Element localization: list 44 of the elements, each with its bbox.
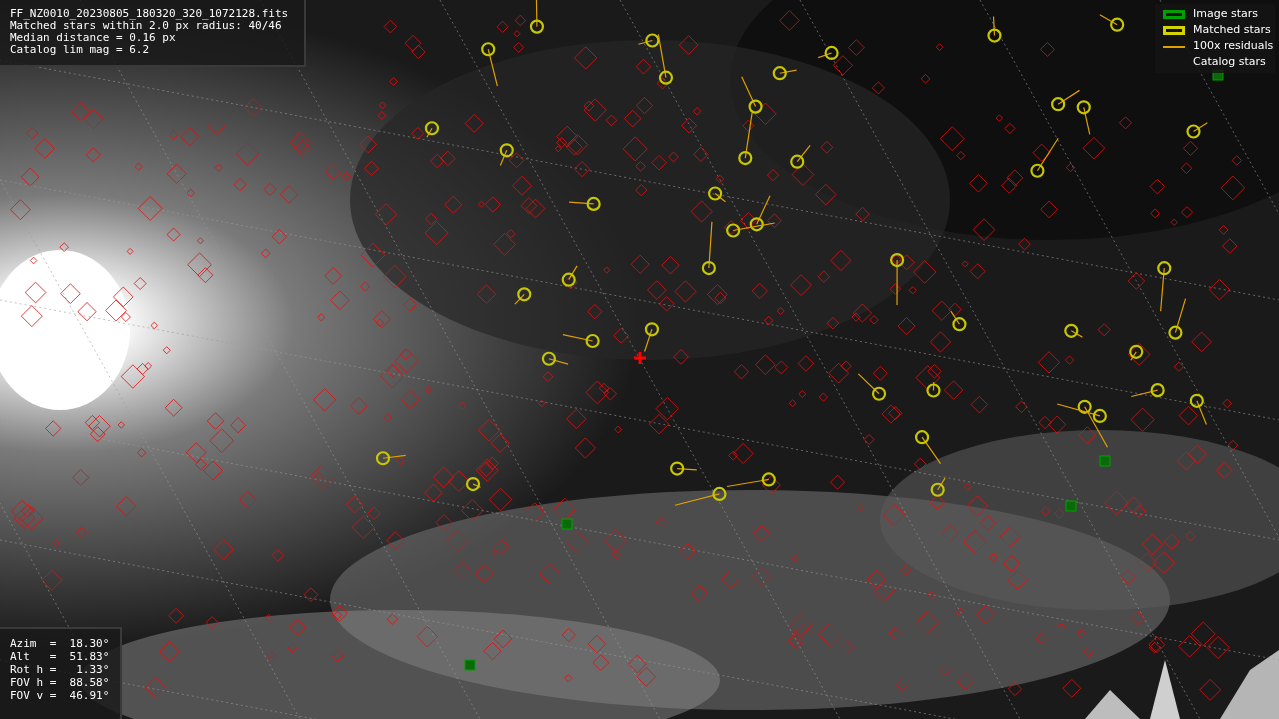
matched-star-marker (529, 0, 545, 34)
matched-star-marker (1099, 14, 1125, 32)
matched-star-marker (726, 472, 776, 488)
info-text: Catalog lim mag = 6.2 (10, 44, 151, 56)
info-text: Median distance = 0.16 px (10, 32, 177, 44)
pointing-text: Rot h = 1.33° (10, 663, 111, 676)
matched-star-marker (1186, 122, 1208, 139)
matched-star-marker (950, 310, 967, 332)
matched-star-marker (561, 265, 578, 287)
matched-star-marker (541, 351, 569, 366)
matched-star-marker (644, 322, 660, 353)
pointing-text: Azim = 18.30° (10, 637, 111, 650)
matched-star-marker (1130, 383, 1165, 398)
matched-star-marker (1030, 137, 1059, 178)
info-text: Matched stars within 2.0 px radius: 40/46 (10, 20, 282, 32)
matched-star-marker (772, 66, 798, 81)
matched-star-marker (817, 45, 839, 61)
matched-star-marker (930, 477, 946, 497)
matched-star-marker (670, 461, 698, 476)
matched-star-marker (481, 42, 499, 87)
center-cross-icon (632, 350, 648, 366)
pointing-text: FOV v = 46.91° (10, 689, 111, 702)
matched-star-marker (562, 333, 600, 349)
matched-star-marker (1064, 323, 1083, 338)
legend-label: Catalog stars (1193, 54, 1266, 71)
legend-label: Image stars (1193, 6, 1258, 23)
matched-star-marker (1189, 393, 1207, 426)
matched-star-marker (1157, 261, 1172, 312)
matched-star-marker (701, 221, 716, 276)
matched-star-marker (568, 196, 601, 211)
pointing-text: FOV h = 88.58° (10, 676, 111, 689)
legend-label: Matched stars (1193, 22, 1271, 39)
matched-star-marker (375, 451, 407, 466)
matched-star-marker (890, 252, 905, 306)
matched-star-marker (987, 15, 1002, 43)
matched-star-marker (674, 486, 727, 506)
matched-star-marker (857, 373, 887, 401)
matched-star-marker (790, 144, 811, 169)
pointing-text: Alt = 51.83° (10, 650, 111, 663)
legend-label: 100x residuals (1193, 38, 1274, 55)
matched-star-marker (1168, 298, 1187, 340)
info-text: FF_NZ0010_20230805_180320_320_1072128.fits (10, 8, 290, 20)
matched-star-marker (914, 430, 942, 465)
matched-star-marker (499, 143, 514, 167)
